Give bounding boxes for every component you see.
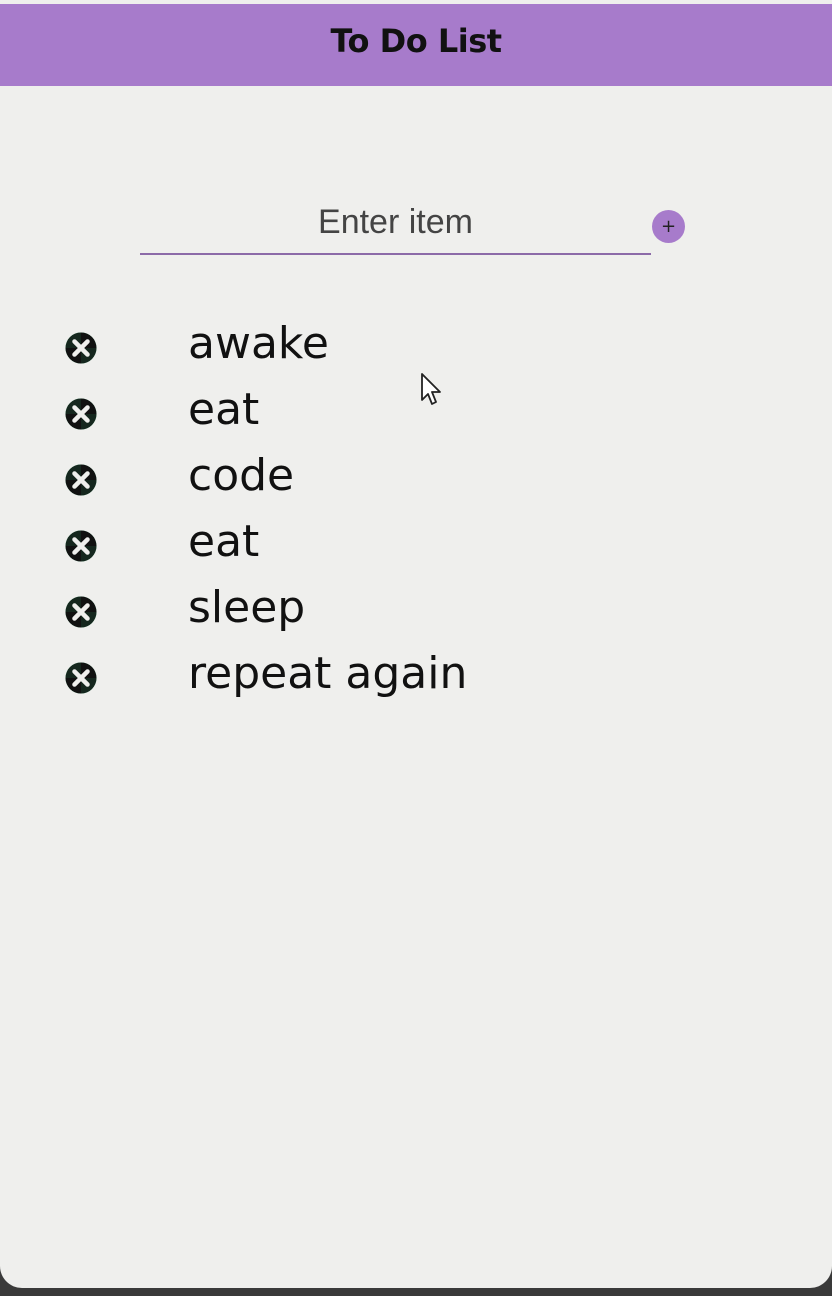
- page-title: To Do List: [330, 22, 502, 60]
- list-item: code: [0, 442, 832, 508]
- list-item: eat: [0, 508, 832, 574]
- delete-item-button[interactable]: [64, 595, 98, 629]
- x-circle-icon: [65, 332, 97, 364]
- x-circle-icon: [65, 530, 97, 562]
- item-text: awake: [188, 318, 329, 369]
- item-input[interactable]: [140, 196, 651, 248]
- delete-item-button[interactable]: [64, 529, 98, 563]
- add-item-button[interactable]: +: [652, 210, 685, 243]
- item-text: sleep: [188, 582, 306, 633]
- plus-icon: +: [660, 216, 677, 237]
- item-text: eat: [188, 516, 260, 567]
- todo-list: awake eat code eat sleep repeat again: [0, 310, 832, 706]
- item-text: code: [188, 450, 295, 501]
- x-circle-icon: [65, 662, 97, 694]
- x-circle-icon: [65, 464, 97, 496]
- list-item: sleep: [0, 574, 832, 640]
- item-text: repeat again: [188, 648, 468, 699]
- app-header: To Do List: [0, 4, 832, 86]
- list-item: repeat again: [0, 640, 832, 706]
- delete-item-button[interactable]: [64, 661, 98, 695]
- item-text: eat: [188, 384, 260, 435]
- list-item: eat: [0, 376, 832, 442]
- item-input-wrapper: [140, 196, 651, 255]
- list-item: awake: [0, 310, 832, 376]
- todo-app: To Do List + awake: [0, 0, 832, 1288]
- x-circle-icon: [65, 596, 97, 628]
- mouse-pointer-icon: [421, 373, 441, 405]
- delete-item-button[interactable]: [64, 331, 98, 365]
- x-circle-icon: [65, 398, 97, 430]
- delete-item-button[interactable]: [64, 397, 98, 431]
- delete-item-button[interactable]: [64, 463, 98, 497]
